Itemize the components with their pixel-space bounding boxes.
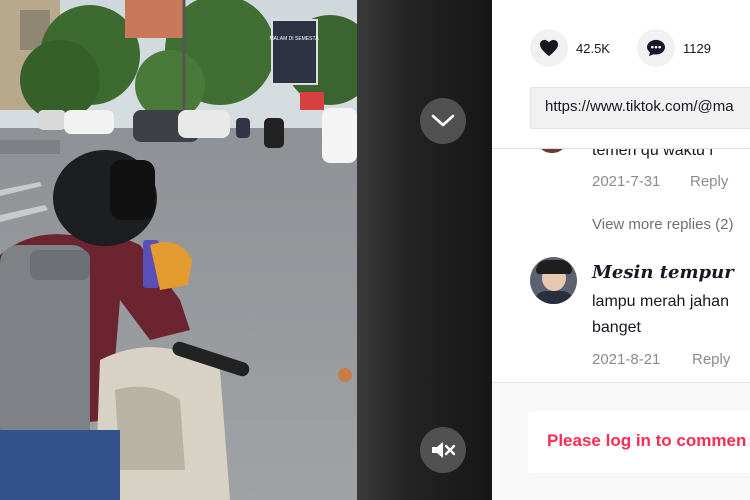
comment-footer: Please log in to commen: [492, 382, 750, 500]
login-prompt-link[interactable]: Please log in to commen: [547, 431, 746, 451]
heart-icon: [540, 39, 558, 57]
comment-text: lampu merah jahan: [592, 293, 729, 310]
view-more-replies-link[interactable]: View more replies (2): [592, 216, 733, 233]
comment-username[interactable]: Mesin tempur: [592, 262, 734, 283]
reply-button[interactable]: Reply: [690, 173, 728, 190]
comment-text-continued: banget: [592, 319, 641, 336]
collapse-button[interactable]: [420, 98, 466, 144]
comment-panel: 42.5K 1129 https://www.tiktok.com/@ma te…: [492, 0, 750, 500]
comment-icon: [647, 39, 665, 57]
mute-button[interactable]: [420, 427, 466, 473]
video-side-strip: [357, 0, 492, 500]
volume-mute-icon: [432, 442, 456, 458]
avatar[interactable]: [530, 257, 577, 304]
comment-count: 1129: [683, 40, 711, 56]
like-stat: 42.5K: [530, 29, 610, 67]
reply-date: 2021-7-31: [592, 173, 661, 190]
avatar[interactable]: [537, 149, 567, 153]
reply-text: temen qu waktu r: [592, 148, 715, 159]
video-player[interactable]: MALAM DI SEMESTA: [0, 0, 357, 500]
like-count: 42.5K: [576, 40, 610, 56]
share-url-field[interactable]: https://www.tiktok.com/@ma: [530, 87, 750, 129]
comment-stat: 1129: [637, 29, 711, 67]
like-button[interactable]: [530, 29, 568, 67]
billboard-text: MALAM DI SEMESTA: [269, 36, 319, 42]
chevron-down-icon: [431, 114, 455, 127]
reply-button[interactable]: Reply: [692, 351, 730, 368]
login-prompt-box[interactable]: Please log in to commen: [528, 411, 750, 473]
comment-date: 2021-8-21: [592, 351, 661, 368]
comment-list[interactable]: temen qu waktu r 2021-7-31 Reply View mo…: [492, 148, 750, 383]
video-frame: MALAM DI SEMESTA: [0, 0, 357, 500]
comment-button[interactable]: [637, 29, 675, 67]
